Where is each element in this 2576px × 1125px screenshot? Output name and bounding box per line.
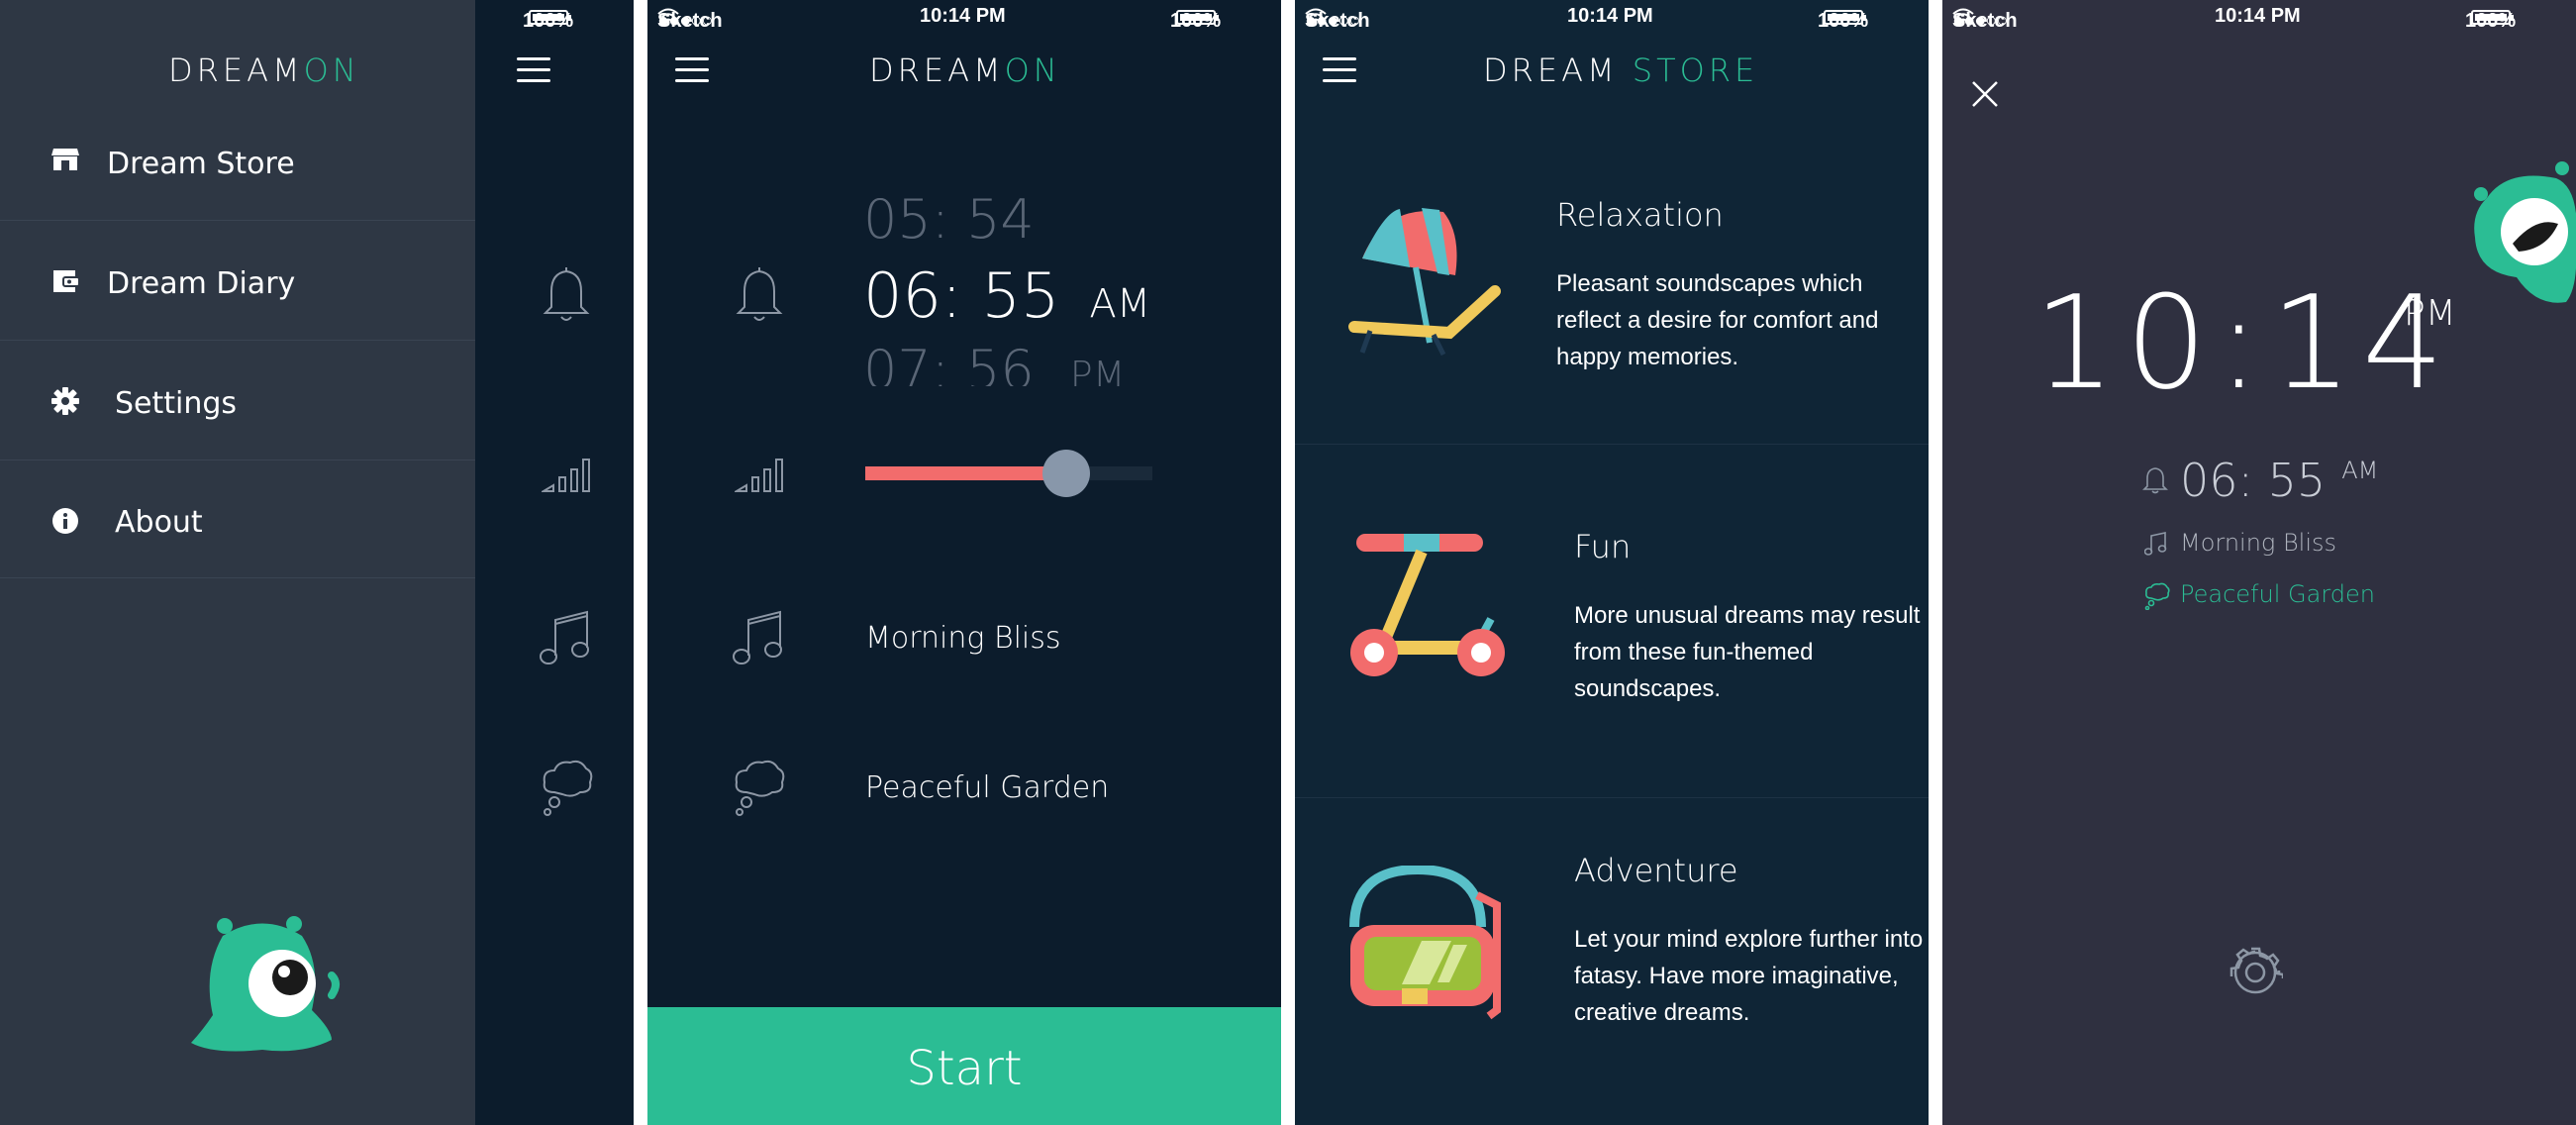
menu-item-dream-store[interactable]: Dream Store [0, 103, 475, 221]
carrier-label: Sketch [1305, 10, 1370, 32]
store-item-description: Let your mind explore further into fatasy… [1574, 926, 1924, 1026]
status-time: 10:14 PM [1567, 5, 1653, 27]
menu-item-dream-diary[interactable]: Dream Diary [0, 221, 475, 341]
status-bar: ●●●○○ Sketch 10:14 PM 100% [1942, 0, 2576, 36]
battery-percentage: 100% [523, 10, 574, 32]
store-item-title: Relaxation [1556, 196, 1724, 234]
app-logo: DREAMON [869, 51, 1061, 89]
current-time: 10:14 [2033, 267, 2454, 418]
menu-button[interactable] [675, 57, 709, 83]
menu-button[interactable] [1323, 57, 1356, 83]
battery-icon [529, 10, 571, 25]
store-item-title: Fun [1574, 528, 1632, 565]
store-item-fun[interactable]: Fun More unusual dreams may result from t… [1295, 445, 1929, 798]
clock-screen: ●●●○○ Sketch 10:14 PM 100% 10:14 PM 06: … [1942, 0, 2576, 1125]
dream-label: Peaceful Garden [2180, 580, 2375, 608]
carrier-label: Sketch [1952, 10, 2018, 32]
menu-screen: DREAMON Dream Store Dream Diary Settings… [0, 0, 634, 1125]
status-bar: 100% [0, 0, 634, 36]
thought-bubble-icon [543, 760, 593, 816]
info-icon [52, 508, 78, 534]
mascot-peek-illustration [2474, 161, 2576, 303]
beach-umbrella-icon [1348, 208, 1501, 357]
time-option-previous[interactable]: 05: 54 [863, 198, 1035, 251]
ampm-label: AM [1089, 281, 1151, 327]
battery-icon [2471, 10, 2514, 25]
scooter-icon [1350, 534, 1505, 676]
bell-icon [736, 267, 783, 321]
thought-bubble-icon [735, 760, 785, 816]
alarm-screen: ●●●○○ Sketch 10:14 PM 100% DREAMON 05: 5… [647, 0, 1281, 1125]
menu-item-settings[interactable]: Settings [0, 341, 475, 460]
app-logo: DREAMON [168, 51, 360, 89]
dream-selector[interactable]: Peaceful Garden [865, 770, 1109, 805]
bell-icon [543, 267, 590, 321]
store-item-adventure[interactable]: Adventure Let your mind explore further … [1295, 798, 1929, 1125]
menu-item-label: About [115, 505, 203, 540]
store-item-description: More unusual dreams may result from these… [1574, 602, 1921, 702]
mascot-illustration [191, 916, 340, 1052]
time-option-selected[interactable]: 06: 55 AM [863, 259, 1150, 332]
music-note-icon [540, 610, 589, 665]
volume-knob[interactable] [1042, 450, 1090, 497]
alarm-time: 06: 55 AM [2180, 454, 2379, 507]
bell-icon [2142, 467, 2168, 494]
store-screen: ●●●○○ Sketch 10:14 PM 100% DREAM STORE R… [1295, 0, 1929, 1125]
diary-icon [53, 270, 79, 292]
menu-item-label: Settings [115, 386, 238, 421]
menu-item-about[interactable]: About [0, 460, 475, 578]
carrier-label: Sketch [657, 10, 723, 32]
volume-fill [865, 466, 1066, 480]
gear-icon [51, 387, 79, 415]
start-button-label: Start [906, 1041, 1023, 1096]
time-option-next[interactable]: 07: 56 PM [863, 339, 1126, 386]
store-item-relaxation[interactable]: Relaxation Pleasant soundscapes which ref… [1295, 139, 1929, 445]
time-picker[interactable]: 05: 54 06: 55 AM 07: 56 PM [863, 198, 1160, 386]
menu-item-label: Dream Store [107, 147, 295, 181]
volume-icon [542, 459, 590, 492]
menu-drawer: DREAMON Dream Store Dream Diary Settings… [0, 0, 475, 1125]
sound-label: Morning Bliss [2180, 529, 2337, 557]
store-item-description: Pleasant soundscapes which reflect a desi… [1556, 270, 1879, 370]
volume-icon [735, 459, 783, 492]
volume-slider[interactable] [865, 450, 1152, 497]
status-time: 10:14 PM [920, 5, 1006, 27]
thought-bubble-icon [2144, 582, 2170, 610]
music-note-icon [733, 610, 782, 665]
menu-button[interactable] [517, 57, 550, 83]
gear-icon[interactable] [2228, 945, 2283, 1000]
menu-item-label: Dream Diary [107, 266, 296, 301]
battery-icon [1176, 10, 1219, 25]
status-bar: ●●●○○ Sketch 10:14 PM 100% [1295, 0, 1929, 36]
alarm-ampm: AM [2341, 457, 2379, 484]
music-note-icon [2144, 532, 2167, 556]
snorkel-mask-icon [1349, 866, 1501, 1020]
start-button[interactable]: Start [647, 1007, 1281, 1125]
status-bar: ●●●○○ Sketch 10:14 PM 100% [647, 0, 1281, 36]
status-time: 10:14 PM [2215, 5, 2301, 27]
close-icon[interactable] [1970, 79, 2000, 109]
store-icon [51, 149, 79, 170]
battery-icon [1824, 10, 1866, 25]
sound-selector[interactable]: Morning Bliss [865, 621, 1061, 656]
current-ampm: PM [2404, 293, 2456, 334]
store-item-title: Adventure [1574, 852, 1738, 889]
store-title: DREAM STORE [1483, 51, 1759, 89]
